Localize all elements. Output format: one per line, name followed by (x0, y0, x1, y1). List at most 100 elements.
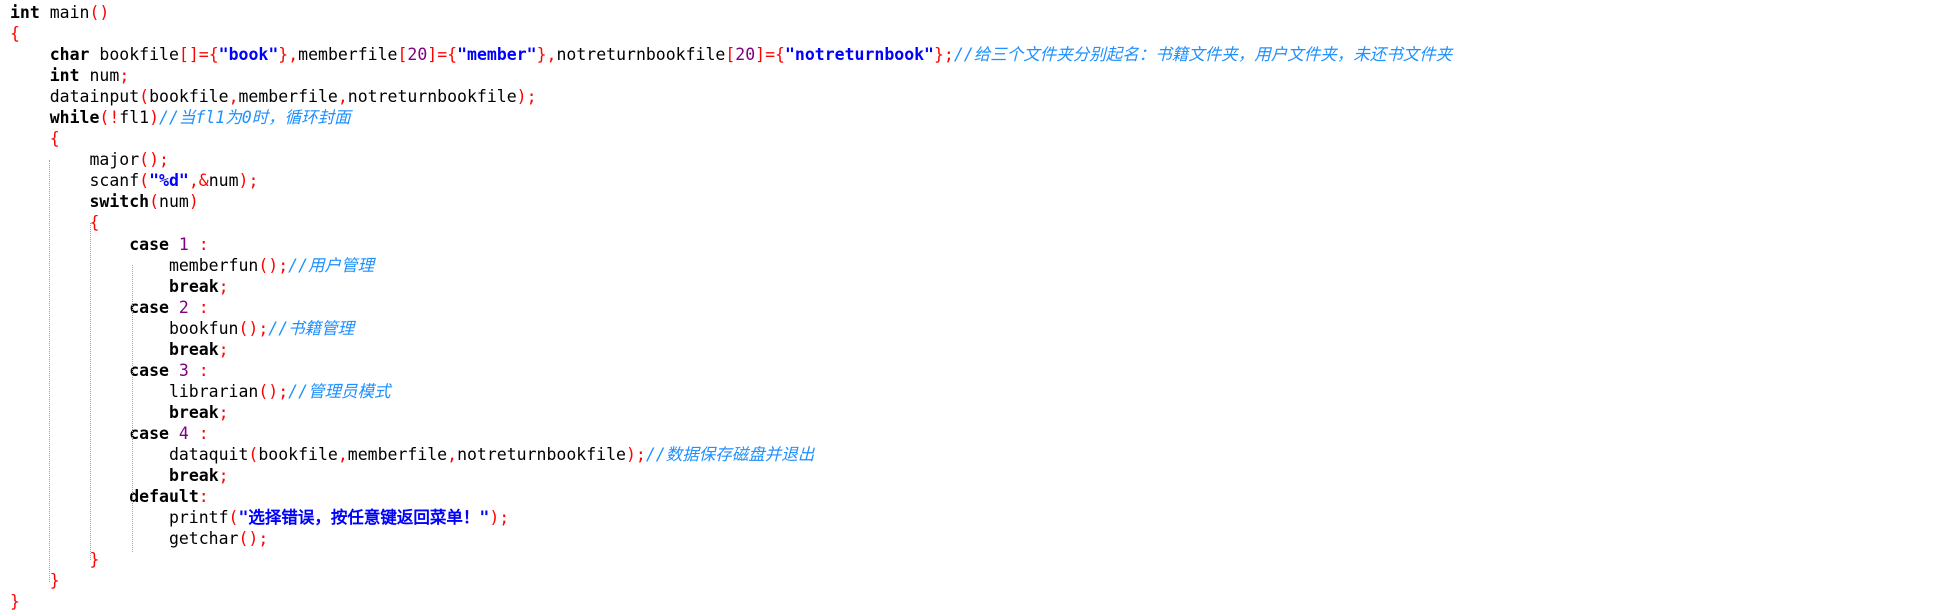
code-token: 4 (178, 423, 189, 443)
code-line[interactable]: bookfun();//书籍管理 (10, 318, 1452, 339)
code-line[interactable]: { (10, 128, 1452, 149)
indent-guide (132, 265, 133, 552)
code-token: { (10, 24, 20, 44)
code-token: bookfile (149, 87, 229, 107)
code-line[interactable]: int num; (10, 65, 1452, 86)
code-token: memberfile (238, 87, 338, 107)
code-line[interactable]: getchar(); (10, 528, 1452, 549)
code-token: case (129, 297, 169, 317)
code-token: () (89, 3, 110, 22)
code-token: , (337, 444, 348, 464)
code-line[interactable]: int main() (10, 2, 1452, 23)
code-token: int (49, 66, 80, 86)
indent-guide (90, 223, 91, 560)
code-token: memberfun (10, 255, 259, 275)
code-line[interactable]: default: (10, 486, 1452, 507)
code-line[interactable]: scanf("%d",&num); (10, 170, 1452, 191)
code-line[interactable]: break; (10, 276, 1452, 297)
code-token: default (129, 487, 199, 507)
code-token: "member" (457, 45, 537, 65)
code-token: ); (625, 444, 646, 464)
code-token: ); (516, 87, 537, 107)
code-token: , (447, 444, 458, 464)
code-line[interactable]: switch(num) (10, 191, 1452, 212)
code-line[interactable]: while(!fl1)//当fl1为0时，循环封面 (10, 107, 1452, 128)
code-token: "%d" (149, 171, 189, 191)
code-token: [ (725, 45, 736, 65)
code-line[interactable]: break; (10, 402, 1452, 423)
code-line[interactable]: } (10, 591, 1452, 612)
code-token: } (10, 592, 20, 612)
code-token: num (79, 66, 120, 86)
code-token: ); (489, 508, 510, 528)
code-token: 20 (735, 45, 756, 65)
code-token: ( (149, 192, 160, 212)
code-line[interactable]: case 2 : (10, 297, 1452, 318)
code-token: break (168, 466, 219, 486)
code-token: ,& (188, 171, 209, 191)
code-line[interactable]: memberfun();//用户管理 (10, 255, 1452, 276)
code-token: //用户管理 (288, 255, 375, 275)
code-token: , (228, 87, 239, 107)
code-line[interactable]: break; (10, 339, 1452, 360)
code-token: getchar (10, 529, 239, 549)
code-token: scanf (10, 171, 140, 191)
code-line[interactable]: } (10, 570, 1452, 591)
code-token: ( (139, 171, 150, 191)
code-token: ]={ (427, 45, 458, 65)
code-token: : (188, 234, 209, 254)
code-token: num (159, 192, 189, 212)
code-token: 2 (178, 297, 189, 317)
code-token: "选择错误，按任意键返回菜单！" (238, 508, 490, 528)
code-token: ( (139, 87, 150, 107)
code-line[interactable]: case 1 : (10, 234, 1452, 255)
code-line[interactable]: datainput(bookfile,memberfile,notreturnb… (10, 86, 1452, 107)
code-line[interactable]: case 4 : (10, 423, 1452, 444)
code-token: //给三个文件夹分别起名：书籍文件夹，用户文件夹，未还书文件夹 (953, 45, 1453, 65)
code-token: memberfile (298, 45, 398, 65)
code-token: notreturnbookfile (556, 45, 726, 65)
code-line[interactable]: case 3 : (10, 360, 1452, 381)
code-token: case (129, 234, 169, 254)
code-line[interactable]: break; (10, 465, 1452, 486)
code-token: num (208, 171, 239, 191)
code-token: bookfile (89, 45, 179, 65)
code-token: ) (188, 192, 199, 212)
code-token: librarian (10, 381, 259, 401)
code-line[interactable]: printf("选择错误，按任意键返回菜单！"); (10, 507, 1452, 528)
code-token: 20 (407, 45, 428, 65)
code-token: case (129, 360, 169, 380)
code-line[interactable]: { (10, 23, 1452, 44)
code-token: ) (149, 108, 160, 128)
code-token: memberfile (347, 444, 448, 464)
code-token: { (49, 129, 60, 149)
code-editor[interactable]: int main(){ char bookfile[]={"book"},mem… (0, 0, 1960, 613)
code-line[interactable]: { (10, 212, 1452, 233)
code-token: (); (238, 529, 269, 549)
code-line[interactable]: char bookfile[]={"book"},memberfile[20]=… (10, 44, 1453, 65)
code-line[interactable]: major(); (10, 149, 1452, 170)
code-line[interactable]: dataquit(bookfile,memberfile,notreturnbo… (10, 444, 1452, 465)
code-token: major (10, 150, 140, 170)
code-line[interactable]: } (10, 549, 1452, 570)
code-token: //管理员模式 (288, 381, 391, 401)
code-line[interactable]: librarian();//管理员模式 (10, 381, 1452, 402)
code-token: ); (238, 171, 259, 191)
code-token: notreturnbookfile (457, 444, 626, 464)
code-token: "notreturnbook" (784, 45, 934, 65)
code-token: : (188, 360, 209, 380)
code-block[interactable]: int main(){ char bookfile[]={"book"},mem… (10, 2, 1452, 612)
code-token: notreturnbookfile (347, 87, 517, 107)
code-token: (! (99, 108, 120, 128)
code-token: case (129, 423, 169, 443)
